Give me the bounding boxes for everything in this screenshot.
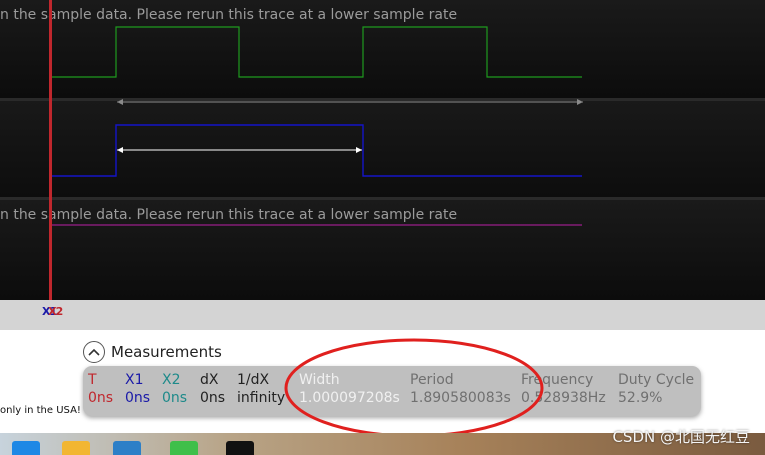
measure-t: T 0ns — [88, 372, 113, 406]
measure-label: Duty Cycle — [618, 372, 695, 388]
measure-value: 0.528938Hz — [521, 390, 606, 406]
cursor-x2-tag[interactable]: X2 — [48, 305, 63, 318]
measure-value: 52.9% — [618, 390, 663, 406]
measure-label: X1 — [125, 372, 144, 388]
watermark-text: CSDN @北国无红豆 — [612, 428, 750, 446]
measure-label: X2 — [162, 372, 181, 388]
measure-inverse-dx: 1/dX infinity — [237, 372, 285, 406]
collapse-button[interactable] — [83, 341, 105, 363]
measure-value: 0ns — [200, 390, 226, 406]
measure-value: 1.000097208s — [299, 390, 400, 406]
measure-frequency: Frequency 0.528938Hz — [521, 372, 606, 406]
measure-value: 1.890580083s — [410, 390, 511, 406]
logic-analyzer-icon[interactable] — [226, 441, 254, 455]
width-arrow-right-head — [356, 147, 362, 153]
cursor-handle[interactable]: X1X2 — [42, 305, 63, 318]
folder-icon[interactable] — [62, 441, 90, 455]
lane-3-waveform — [52, 224, 582, 226]
measure-dx: dX 0ns — [200, 372, 225, 406]
cursor-ruler[interactable] — [0, 300, 765, 330]
measure-x2: X2 0ns — [162, 372, 187, 406]
measurements-panel: T 0ns X1 0ns X2 0ns dX 0ns 1/dX infinity… — [83, 366, 701, 416]
measure-label: T — [88, 372, 97, 388]
measure-label: Period — [410, 372, 454, 388]
windows-icon[interactable] — [12, 441, 40, 455]
trace-lane-3[interactable]: n the sample data. Please rerun this tra… — [0, 200, 765, 300]
time-cursor-line[interactable] — [49, 0, 52, 300]
measure-label: 1/dX — [237, 372, 270, 388]
browser-icon[interactable] — [113, 441, 141, 455]
measure-value: infinity — [237, 390, 286, 406]
measure-x1: X1 0ns — [125, 372, 150, 406]
chevron-up-icon — [88, 348, 100, 356]
side-note-text: only in the USA! — [0, 405, 81, 416]
measure-label: Frequency — [521, 372, 594, 388]
measurements-header: Measurements — [83, 341, 222, 363]
lane-2-waveform — [52, 124, 582, 177]
measure-value: 0ns — [125, 390, 151, 406]
measurements-title: Measurements — [111, 343, 222, 361]
period-arrow-heads — [117, 99, 583, 105]
chat-icon[interactable] — [170, 441, 198, 455]
measure-label: Width — [299, 372, 340, 388]
measure-label: dX — [200, 372, 219, 388]
measure-period: Period 1.890580083s — [410, 372, 511, 406]
trace-lane-2[interactable] — [0, 101, 765, 197]
measure-value: 0ns — [88, 390, 114, 406]
width-arrow-left-head — [117, 147, 123, 153]
measure-value: 0ns — [162, 390, 188, 406]
measure-width: Width 1.000097208s — [299, 372, 400, 406]
measure-duty-cycle: Duty Cycle 52.9% — [618, 372, 694, 406]
